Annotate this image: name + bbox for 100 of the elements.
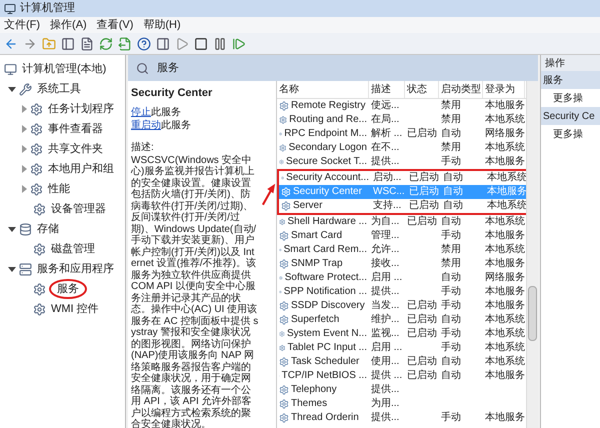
- table-row[interactable]: Superfetch 维护... 已启动 自动 本地系统: [277, 313, 526, 327]
- table-row[interactable]: Thread Orderin 提供... 手动 本地服务: [277, 411, 526, 425]
- column-header[interactable]: 状态: [405, 81, 439, 98]
- table-row[interactable]: Themes 为用...: [277, 397, 526, 411]
- table-cell: 维护...: [371, 313, 400, 327]
- export-icon[interactable]: [118, 36, 132, 50]
- table-row[interactable]: TCP/IP NetBIOS ... 提供 ... 已启动 自动 本地服务: [277, 369, 526, 383]
- menu-item[interactable]: 文件(F): [4, 16, 40, 34]
- table-row[interactable]: Shell Hardware ... 为自... 已启动 自动 本地系统: [277, 215, 526, 229]
- table-row[interactable]: Secure Socket T... 提供... 手动 本地服务: [277, 155, 526, 169]
- tree-item[interactable]: 服务: [49, 278, 87, 300]
- table-row[interactable]: Software Protect... 启用 ... 自动 网络服务: [277, 271, 526, 285]
- collapsed-triangle-icon[interactable]: [22, 165, 27, 173]
- pause-icon[interactable]: [213, 36, 227, 50]
- table-row[interactable]: Secondary Logon 在不... 禁用 本地系统: [277, 141, 526, 155]
- table-row[interactable]: SSDP Discovery 当发... 已启动 手动 本地服务: [277, 299, 526, 313]
- table-cell: Tablet PC Input ...: [288, 341, 367, 355]
- table-row[interactable]: Tablet PC Input ... 启用 ... 手动 本地系统: [277, 341, 526, 355]
- tree-item[interactable]: 性能: [46, 180, 72, 198]
- table-cell: 本地服务: [485, 229, 525, 243]
- link-suffix: 此服务: [151, 106, 181, 118]
- table-cell: 提供 ...: [371, 369, 402, 383]
- table-row[interactable]: Smart Card 管理... 手动 本地服务: [277, 229, 526, 243]
- table-cell: 自动: [443, 199, 463, 213]
- service-title: Security Center: [131, 86, 214, 101]
- collapsed-triangle-icon[interactable]: [22, 185, 27, 193]
- table-cell: 提供...: [371, 411, 400, 425]
- column-header[interactable]: 名称: [277, 81, 369, 98]
- table-cell: 使远...: [371, 99, 400, 113]
- arrow: [262, 184, 276, 206]
- tree-item-icon: [33, 242, 46, 256]
- collapsed-triangle-icon[interactable]: [22, 105, 27, 113]
- tree-item[interactable]: 任务计划程序: [46, 100, 116, 118]
- more-actions-item[interactable]: 更多操: [541, 89, 600, 107]
- table-row[interactable]: Remote Registry 使远... 禁用 本地服务: [277, 99, 526, 113]
- table-cell: 本地服务: [485, 99, 525, 113]
- table-row[interactable]: Smart Card Rem... 允许... 禁用 本地系统: [277, 243, 526, 257]
- table-cell: 自动: [441, 313, 461, 327]
- table-row[interactable]: Security Account... 启动... 已启动 自动 本地系统: [279, 171, 527, 185]
- table-cell: 启用 ...: [371, 341, 402, 355]
- table-row[interactable]: Telephony 提供...: [277, 383, 526, 397]
- table-cell: Security Center: [293, 185, 362, 199]
- resume-icon[interactable]: [232, 36, 246, 50]
- table-row[interactable]: System Event N... 监视... 已启动 手动 本地系统: [277, 327, 526, 341]
- column-header[interactable]: 启动类型: [439, 81, 483, 98]
- table-cell: 管理...: [371, 229, 400, 243]
- tree-item[interactable]: 计算机管理(本地): [20, 60, 108, 78]
- forward-icon[interactable]: [23, 36, 37, 50]
- tree-item[interactable]: 事件查看器: [46, 120, 105, 138]
- stop-icon[interactable]: [194, 36, 208, 50]
- expanded-triangle-icon[interactable]: [8, 226, 16, 232]
- folder-up-icon[interactable]: [42, 36, 56, 50]
- tree-item[interactable]: 本地用户和组: [46, 160, 116, 178]
- column-header[interactable]: 登录为: [483, 81, 525, 98]
- tree-item[interactable]: WMI 控件: [49, 300, 101, 318]
- tree-item[interactable]: 共享文件夹: [46, 140, 105, 158]
- menu-item[interactable]: 帮助(H): [143, 16, 181, 34]
- panel-icon[interactable]: [61, 36, 75, 50]
- tree-item[interactable]: 磁盘管理: [49, 240, 97, 258]
- table-cell: 已启动: [409, 171, 439, 185]
- table-cell: Smart Card: [291, 229, 342, 243]
- menu-item[interactable]: 查看(V): [96, 16, 134, 34]
- table-cell: 本地服务: [485, 299, 525, 313]
- table-cell: 在不...: [371, 141, 400, 155]
- pane-title: 服务: [157, 60, 179, 76]
- table-cell: 启用 ...: [371, 271, 402, 285]
- table-row[interactable]: Task Scheduler 使用... 已启动 自动 本地系统: [277, 355, 526, 369]
- table-row[interactable]: Routing and Re... 在局... 禁用 本地系统: [277, 113, 526, 127]
- more-actions-item[interactable]: 更多操: [541, 125, 600, 143]
- table-cell: WSC...: [373, 185, 405, 199]
- table-row[interactable]: Server 支持... 已启动 自动 本地系统: [279, 199, 527, 213]
- back-icon[interactable]: [4, 36, 18, 50]
- table-cell: 本地系统: [485, 327, 525, 341]
- tree-item[interactable]: 服务和应用程序: [35, 260, 116, 278]
- properties-icon[interactable]: [80, 36, 94, 50]
- tree-item[interactable]: 存储: [35, 220, 61, 238]
- expanded-triangle-icon[interactable]: [8, 86, 16, 92]
- table-cell: Telephony: [291, 383, 337, 397]
- column-header[interactable]: 描述: [369, 81, 405, 98]
- table-cell: Server: [293, 199, 322, 213]
- panel-icon[interactable]: [156, 36, 170, 50]
- expanded-triangle-icon[interactable]: [8, 266, 16, 272]
- scrollbar-thumb[interactable]: [528, 286, 537, 341]
- table-cell: SSDP Discovery: [291, 299, 365, 313]
- play-icon[interactable]: [175, 36, 189, 50]
- tree-item[interactable]: 设备管理器: [49, 200, 108, 218]
- table-cell: 已启动: [407, 313, 437, 327]
- table-row[interactable]: SNMP Trap 接收... 禁用 本地服务: [277, 257, 526, 271]
- table-row[interactable]: SPP Notification ... 提供... 手动 本地服务: [277, 285, 526, 299]
- collapsed-triangle-icon[interactable]: [22, 145, 27, 153]
- help-icon[interactable]: [137, 36, 151, 50]
- refresh-icon[interactable]: [99, 36, 113, 50]
- service-link[interactable]: 停止: [131, 106, 151, 118]
- service-link[interactable]: 重启动: [131, 120, 161, 130]
- table-row[interactable]: RPC Endpoint M... 解析 ... 已启动 自动 网络服务: [277, 127, 526, 141]
- tree-item[interactable]: 系统工具: [35, 80, 83, 98]
- menu-item[interactable]: 操作(A): [50, 16, 87, 34]
- tree-item-icon: [19, 262, 32, 276]
- table-cell: 禁用: [441, 141, 461, 155]
- collapsed-triangle-icon[interactable]: [22, 125, 27, 133]
